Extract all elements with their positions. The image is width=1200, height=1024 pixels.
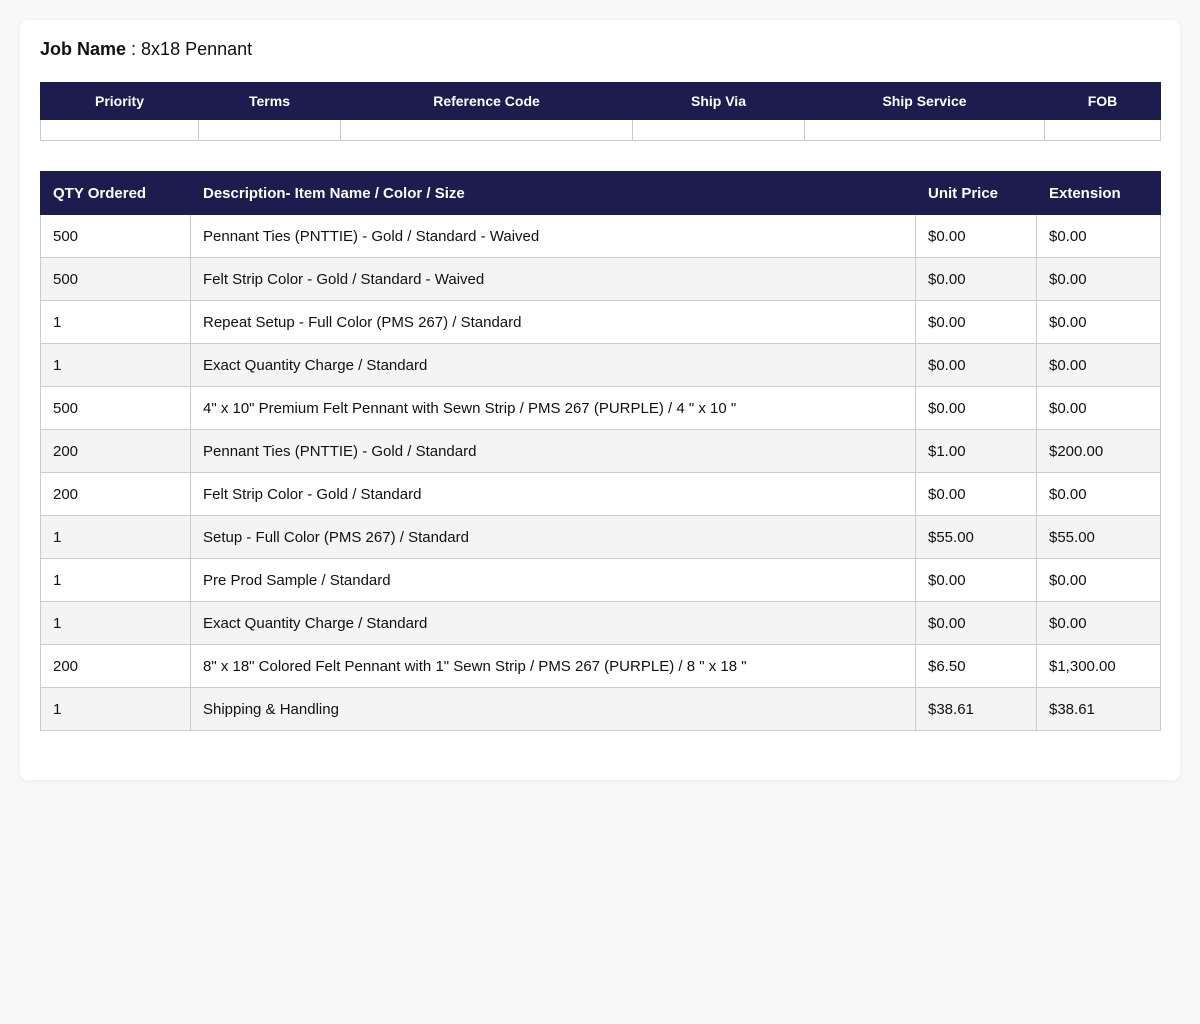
priority-value [40, 119, 199, 141]
unit-price-cell: $0.00 [915, 343, 1037, 387]
description-header: Description- Item Name / Color / Size [190, 171, 916, 215]
shipping-info-table: Priority Terms Reference Code Ship Via S… [40, 82, 1161, 141]
description-cell: Exact Quantity Charge / Standard [190, 601, 916, 645]
description-cell: 4" x 10" Premium Felt Pennant with Sewn … [190, 386, 916, 430]
description-cell: Repeat Setup - Full Color (PMS 267) / St… [190, 300, 916, 344]
fob-value [1044, 119, 1161, 141]
unit-price-cell: $1.00 [915, 429, 1037, 473]
extension-cell: $0.00 [1036, 601, 1161, 645]
qty-cell: 500 [40, 386, 191, 430]
order-card: Job Name : 8x18 Pennant Priority Terms R… [20, 20, 1180, 780]
qty-cell: 1 [40, 343, 191, 387]
table-row: 1 Repeat Setup - Full Color (PMS 267) / S… [40, 300, 1161, 344]
ship-service-value [804, 119, 1045, 141]
job-name-separator: : [126, 39, 142, 59]
qty-cell: 200 [40, 472, 191, 516]
description-cell: Setup - Full Color (PMS 267) / Standard [190, 515, 916, 559]
unit-price-cell: $0.00 [915, 472, 1037, 516]
qty-cell: 1 [40, 300, 191, 344]
table-row: 500 Pennant Ties (PNTTIE) - Gold / Standa… [40, 214, 1161, 258]
extension-cell: $55.00 [1036, 515, 1161, 559]
qty-cell: 200 [40, 644, 191, 688]
extension-cell: $0.00 [1036, 343, 1161, 387]
description-cell: Pre Prod Sample / Standard [190, 558, 916, 602]
description-cell: Pennant Ties (PNTTIE) - Gold / Standard … [190, 214, 916, 258]
job-name-label: Job Name [40, 39, 127, 59]
table-row: 200 Felt Strip Color - Gold / Standard $0.… [40, 472, 1161, 516]
description-cell: Felt Strip Color - Gold / Standard [190, 472, 916, 516]
unit-price-cell: $0.00 [915, 558, 1037, 602]
priority-header: Priority [40, 82, 199, 120]
fob-header: FOB [1044, 82, 1161, 120]
qty-cell: 1 [40, 687, 191, 731]
terms-value [198, 119, 341, 141]
ship-service-header: Ship Service [804, 82, 1045, 120]
extension-cell: $0.00 [1036, 257, 1161, 301]
extension-header: Extension [1036, 171, 1161, 215]
unit-price-cell: $0.00 [915, 300, 1037, 344]
unit-price-cell: $55.00 [915, 515, 1037, 559]
ship-via-value [632, 119, 805, 141]
shipping-header-row: Priority Terms Reference Code Ship Via S… [40, 82, 1161, 120]
qty-cell: 500 [40, 214, 191, 258]
unit-price-cell: $0.00 [915, 214, 1037, 258]
table-row: 200 Pennant Ties (PNTTIE) - Gold / Standa… [40, 429, 1161, 473]
unit-price-header: Unit Price [915, 171, 1037, 215]
description-cell: Felt Strip Color - Gold / Standard - Wai… [190, 257, 916, 301]
items-body: 500 Pennant Ties (PNTTIE) - Gold / Standa… [40, 214, 1161, 731]
description-cell: Pennant Ties (PNTTIE) - Gold / Standard [190, 429, 916, 473]
unit-price-cell: $38.61 [915, 687, 1037, 731]
table-row: 1 Pre Prod Sample / Standard $0.00 $0.00 [40, 558, 1161, 602]
unit-price-cell: $6.50 [915, 644, 1037, 688]
qty-cell: 1 [40, 601, 191, 645]
table-row: 200 8" x 18" Colored Felt Pennant with 1"… [40, 644, 1161, 688]
shipping-values-row [40, 119, 1161, 141]
qty-ordered-header: QTY Ordered [40, 171, 191, 215]
description-cell: 8" x 18" Colored Felt Pennant with 1" Se… [190, 644, 916, 688]
table-row: 500 Felt Strip Color - Gold / Standard - … [40, 257, 1161, 301]
qty-cell: 200 [40, 429, 191, 473]
description-cell: Shipping & Handling [190, 687, 916, 731]
items-header-row: QTY Ordered Description- Item Name / Col… [40, 171, 1161, 215]
description-cell: Exact Quantity Charge / Standard [190, 343, 916, 387]
unit-price-cell: $0.00 [915, 601, 1037, 645]
qty-cell: 500 [40, 257, 191, 301]
ship-via-header: Ship Via [632, 82, 805, 120]
job-name-value: 8x18 Pennant [141, 39, 253, 59]
table-row: 1 Shipping & Handling $38.61 $38.61 [40, 687, 1161, 731]
extension-cell: $0.00 [1036, 386, 1161, 430]
reference-code-value [340, 119, 633, 141]
table-row: 1 Exact Quantity Charge / Standard $0.00 $0… [40, 601, 1161, 645]
table-row: 1 Setup - Full Color (PMS 267) / Standard… [40, 515, 1161, 559]
job-name-line: Job Name : 8x18 Pennant [40, 38, 252, 60]
extension-cell: $0.00 [1036, 300, 1161, 344]
extension-cell: $0.00 [1036, 214, 1161, 258]
extension-cell: $0.00 [1036, 472, 1161, 516]
reference-code-header: Reference Code [340, 82, 633, 120]
unit-price-cell: $0.00 [915, 386, 1037, 430]
unit-price-cell: $0.00 [915, 257, 1037, 301]
qty-cell: 1 [40, 515, 191, 559]
extension-cell: $38.61 [1036, 687, 1161, 731]
extension-cell: $1,300.00 [1036, 644, 1161, 688]
line-items-table: QTY Ordered Description- Item Name / Col… [40, 171, 1161, 731]
qty-cell: 1 [40, 558, 191, 602]
table-row: 1 Exact Quantity Charge / Standard $0.00 $0… [40, 343, 1161, 387]
extension-cell: $0.00 [1036, 558, 1161, 602]
extension-cell: $200.00 [1036, 429, 1161, 473]
table-row: 500 4" x 10" Premium Felt Pennant with Se… [40, 386, 1161, 430]
terms-header: Terms [198, 82, 341, 120]
